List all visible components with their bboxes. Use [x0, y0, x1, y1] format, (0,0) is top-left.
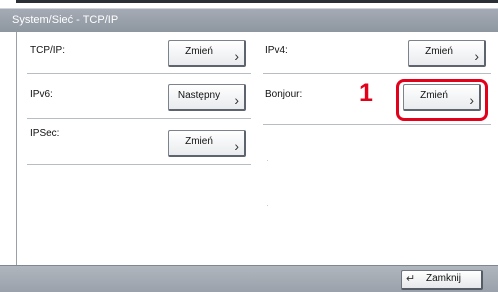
- tcpip-change-button-label: Zmień: [185, 46, 213, 57]
- ipv6-next-button[interactable]: Następny ›: [168, 84, 246, 111]
- ipv4-label: IPv4:: [265, 45, 288, 56]
- ipsec-change-button-label: Zmień: [185, 136, 213, 147]
- ipv4-separator: [263, 73, 491, 74]
- bottom-bar: ↵ Zamknij: [0, 265, 498, 292]
- callout-highlight: [396, 79, 488, 121]
- bonjour-separator: [263, 124, 491, 125]
- chevron-right-icon: ›: [234, 138, 239, 154]
- top-edge-line: [16, 0, 498, 3]
- ipv6-separator: [27, 118, 251, 119]
- ipv4-change-button-label: Zmień: [425, 46, 453, 57]
- return-icon: ↵: [406, 273, 416, 285]
- tcpip-separator: [27, 73, 251, 74]
- chevron-right-icon: ›: [474, 48, 479, 64]
- page-title: System/Sieć - TCP/IP: [12, 14, 119, 26]
- ipsec-change-button[interactable]: Zmień ›: [168, 130, 246, 157]
- top-edge: [0, 0, 498, 8]
- callout-number: 1: [359, 79, 373, 107]
- faint-mark: [267, 205, 268, 206]
- tcpip-label: TCP/IP:: [30, 45, 66, 56]
- ipsec-label: IPSec:: [30, 128, 60, 139]
- title-bar: System/Sieć - TCP/IP: [0, 8, 498, 32]
- ipv4-change-button[interactable]: Zmień ›: [408, 40, 486, 67]
- ipsec-separator: [27, 164, 251, 165]
- tcpip-change-button[interactable]: Zmień ›: [168, 40, 246, 67]
- faint-mark: [267, 160, 268, 161]
- settings-panel: TCP/IP: Zmień › IPv6: Następny › IPSec: …: [16, 32, 498, 265]
- left-margin: [0, 32, 16, 265]
- close-button-label: Zamknij: [426, 273, 462, 284]
- ipv6-label: IPv6:: [30, 89, 53, 100]
- ipv6-next-button-label: Następny: [177, 90, 221, 101]
- chevron-right-icon: ›: [234, 48, 239, 64]
- tcpip-settings-screen: System/Sieć - TCP/IP TCP/IP: Zmień › IPv…: [0, 0, 498, 292]
- bonjour-label: Bonjour:: [265, 89, 303, 100]
- close-button[interactable]: ↵ Zamknij: [401, 270, 483, 290]
- chevron-right-icon: ›: [234, 92, 239, 108]
